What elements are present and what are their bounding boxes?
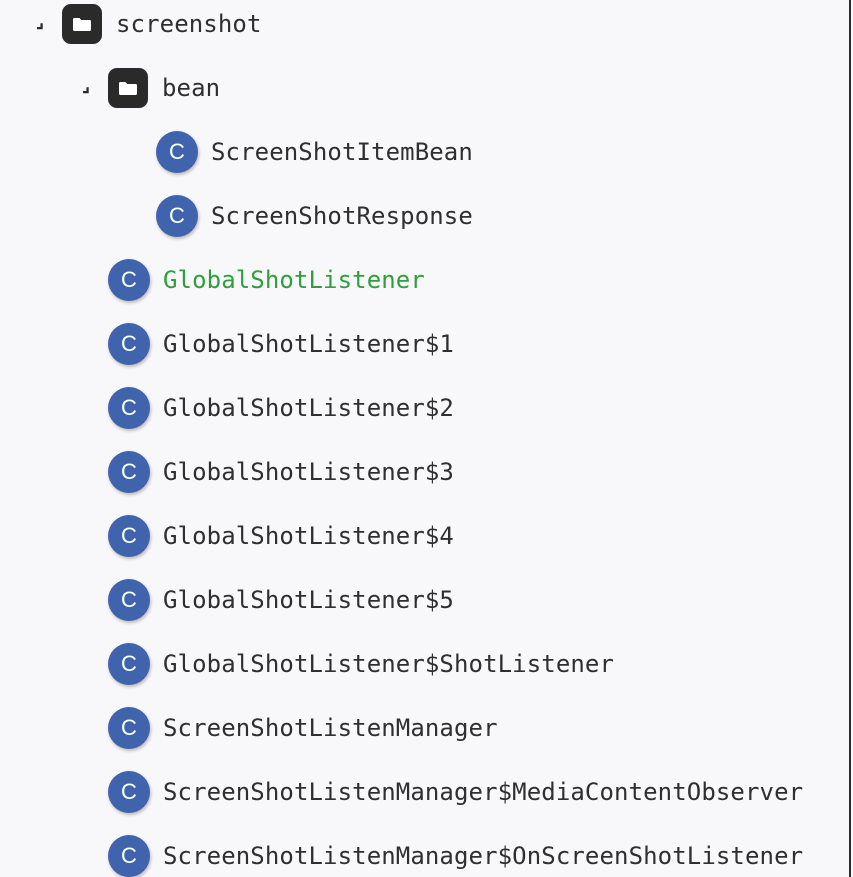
class-icon: C xyxy=(108,515,150,557)
tree-folder-label: screenshot xyxy=(116,10,262,38)
tree-folder-bean[interactable]: ⌟ bean xyxy=(72,64,220,112)
tree-item-label: GlobalShotListener$3 xyxy=(163,458,454,486)
tree-item-label: ScreenShotResponse xyxy=(211,202,473,230)
tree-item-label: GlobalShotListener$5 xyxy=(163,586,454,614)
class-icon: C xyxy=(108,835,150,877)
collapse-arrow-icon[interactable]: ⌟ xyxy=(26,7,54,37)
folder-icon xyxy=(108,68,148,108)
class-icon: C xyxy=(108,707,150,749)
tree-item-label: ScreenShotListenManager$MediaContentObse… xyxy=(163,778,804,806)
tree-item-label: GlobalShotListener$4 xyxy=(163,522,454,550)
tree-folder-label: bean xyxy=(162,74,221,102)
project-tree: ⌟ screenshot ⌟ bean C ScreenShotItemBean… xyxy=(0,0,851,877)
class-icon: C xyxy=(156,195,198,237)
tree-folder-screenshot[interactable]: ⌟ screenshot xyxy=(26,0,262,48)
tree-item-globalshotlistener-1[interactable]: C GlobalShotListener$1 xyxy=(108,320,454,368)
tree-item-label: GlobalShotListener xyxy=(163,266,425,294)
tree-item-label: ScreenShotListenManager$OnScreenShotList… xyxy=(163,842,804,870)
class-icon: C xyxy=(108,643,150,685)
class-icon: C xyxy=(108,451,150,493)
tree-item-screenshotlistenmanager-mediacontentobserver[interactable]: C ScreenShotListenManager$MediaContentOb… xyxy=(108,768,803,816)
class-icon: C xyxy=(108,387,150,429)
tree-item-label: ScreenShotListenManager xyxy=(163,714,498,742)
class-icon: C xyxy=(108,259,150,301)
tree-item-label: ScreenShotItemBean xyxy=(211,138,473,166)
tree-item-label: GlobalShotListener$ShotListener xyxy=(163,650,615,678)
tree-item-screenshotlistenmanager[interactable]: C ScreenShotListenManager xyxy=(108,704,498,752)
tree-item-screenshotitembean[interactable]: C ScreenShotItemBean xyxy=(156,128,473,176)
tree-item-screenshotlistenmanager-onscreenshotlistener[interactable]: C ScreenShotListenManager$OnScreenShotLi… xyxy=(108,832,803,877)
tree-item-globalshotlistener-2[interactable]: C GlobalShotListener$2 xyxy=(108,384,454,432)
class-icon: C xyxy=(108,771,150,813)
tree-item-globalshotlistener-3[interactable]: C GlobalShotListener$3 xyxy=(108,448,454,496)
tree-item-label: GlobalShotListener$2 xyxy=(163,394,454,422)
class-icon: C xyxy=(108,323,150,365)
tree-item-screenshotresponse[interactable]: C ScreenShotResponse xyxy=(156,192,473,240)
folder-icon xyxy=(62,4,102,44)
collapse-arrow-icon[interactable]: ⌟ xyxy=(72,71,100,101)
tree-item-globalshotlistener[interactable]: C GlobalShotListener xyxy=(108,256,425,304)
tree-item-globalshotlistener-shotlistener[interactable]: C GlobalShotListener$ShotListener xyxy=(108,640,614,688)
class-icon: C xyxy=(156,131,198,173)
tree-item-label: GlobalShotListener$1 xyxy=(163,330,454,358)
tree-item-globalshotlistener-5[interactable]: C GlobalShotListener$5 xyxy=(108,576,454,624)
tree-item-globalshotlistener-4[interactable]: C GlobalShotListener$4 xyxy=(108,512,454,560)
class-icon: C xyxy=(108,579,150,621)
